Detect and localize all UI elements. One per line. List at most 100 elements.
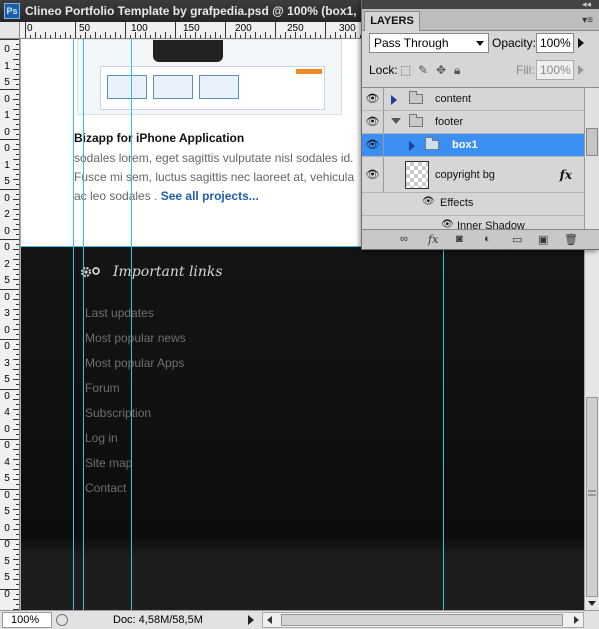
ruler-tick: [240, 35, 241, 38]
ruler-label: 5: [4, 506, 10, 517]
layer-row-box1[interactable]: 👁︎ box1: [362, 134, 584, 157]
ruler-tick: [16, 494, 19, 495]
ruler-label: 100: [131, 23, 148, 34]
horizontal-scrollbar[interactable]: [262, 612, 584, 628]
lock-transparent-pixels-icon[interactable]: ⬚: [400, 63, 411, 77]
fill-slider-arrow-icon[interactable]: [578, 65, 584, 75]
panel-header-strip[interactable]: ◂◂: [362, 0, 599, 9]
lock-position-icon[interactable]: ✥: [436, 63, 446, 77]
expand-triangle-icon[interactable]: [409, 141, 415, 151]
ruler-tick: [16, 434, 19, 435]
layer-row-effects[interactable]: 👁︎ Effects: [362, 193, 584, 216]
ruler-tick: [13, 319, 19, 320]
guide-line[interactable]: [83, 39, 84, 610]
guide-line[interactable]: [131, 39, 132, 610]
ruler-tick: [16, 514, 19, 515]
vertical-scroll-thumb[interactable]: [586, 397, 598, 597]
ruler-tick: [120, 35, 121, 38]
blend-mode-select[interactable]: Pass Through: [369, 33, 489, 53]
ruler-tick: [13, 429, 19, 430]
footer-link-last-updates[interactable]: Last updates: [85, 306, 154, 320]
delete-layer-icon[interactable]: 🗑︎: [564, 233, 578, 246]
collapse-triangle-icon[interactable]: [391, 118, 401, 124]
ruler-tick: [280, 35, 281, 38]
footer-link-subscription[interactable]: Subscription: [85, 406, 151, 420]
ruler-label: 0: [4, 341, 10, 352]
footer-link-popular-news[interactable]: Most popular news: [85, 331, 186, 345]
footer-link-forum[interactable]: Forum: [85, 381, 120, 395]
gears-icon: [81, 266, 100, 278]
ruler-tick: [16, 94, 19, 95]
status-info-icon[interactable]: [56, 614, 68, 626]
add-layer-style-icon[interactable]: fx: [428, 233, 438, 246]
ruler-tick: [13, 379, 19, 380]
new-layer-icon[interactable]: ▣: [538, 233, 548, 246]
ruler-label: 3: [4, 308, 10, 319]
ruler-origin[interactable]: [0, 22, 20, 39]
ruler-tick: [335, 32, 336, 38]
visibility-eye-icon[interactable]: 👁︎: [362, 111, 384, 133]
ruler-tick: [250, 35, 251, 38]
opacity-field[interactable]: 100%: [536, 33, 574, 53]
ruler-tick: [170, 35, 171, 38]
ruler-label: 0: [4, 440, 10, 451]
effects-visibility-eye-icon[interactable]: 👁︎: [422, 196, 435, 207]
new-group-icon[interactable]: ▭: [512, 233, 522, 246]
zoom-level-field[interactable]: 100%: [2, 612, 52, 628]
opacity-slider-arrow-icon[interactable]: [578, 38, 584, 48]
ruler-tick: [16, 124, 19, 125]
ruler-tick: [0, 139, 19, 140]
footer-link-site-map[interactable]: Site map: [85, 456, 132, 470]
lock-all-icon[interactable]: 🔒︎: [454, 63, 460, 78]
layer-row-copyright-bg[interactable]: 👁︎ copyright bg fx: [362, 157, 584, 193]
layers-scroll-thumb[interactable]: [586, 128, 598, 156]
adjustment-layer-icon[interactable]: ◐: [484, 233, 491, 245]
status-menu-arrow-icon[interactable]: [248, 615, 254, 625]
effect-visibility-eye-icon[interactable]: 👁︎: [441, 219, 454, 229]
important-links-heading: Important links: [113, 264, 223, 280]
visibility-eye-icon[interactable]: 👁︎: [362, 88, 384, 110]
guide-line[interactable]: [73, 39, 74, 610]
layers-scrollbar[interactable]: [584, 87, 599, 229]
footer-link-contact[interactable]: Contact: [85, 481, 126, 495]
see-all-projects-link[interactable]: See all projects...: [161, 189, 259, 203]
scroll-left-arrow-icon[interactable]: [267, 616, 272, 624]
vertical-ruler[interactable]: 0 1 5 0 1 0 0 1 5 0 2 0 0 2 5 0 3 0 0 3 5 0 4 0 0 4 5 0 5 0 0 5 5 0: [0, 39, 20, 610]
lock-image-pixels-icon[interactable]: ✎: [418, 63, 428, 77]
ruler-tick: [0, 39, 19, 40]
tab-layers[interactable]: LAYERS: [364, 11, 420, 31]
ruler-label: 0: [4, 423, 10, 435]
ruler-tick: [16, 174, 19, 175]
layer-row-footer[interactable]: 👁︎ footer: [362, 111, 584, 134]
ruler-tick: [16, 604, 19, 605]
photoshop-app-icon: Ps: [4, 3, 20, 19]
horizontal-scroll-thumb[interactable]: [281, 614, 563, 626]
layer-row-inner-shadow[interactable]: 👁︎ Inner Shadow: [362, 216, 584, 229]
panel-menu-icon[interactable]: ▾≡: [582, 15, 593, 26]
scroll-right-arrow-icon[interactable]: [574, 616, 579, 624]
scroll-down-arrow-icon[interactable]: [588, 601, 596, 606]
lock-label: Lock:: [369, 63, 398, 77]
ruler-tick: [13, 159, 19, 160]
add-layer-mask-icon[interactable]: ◙: [456, 233, 463, 245]
footer-link-popular-apps[interactable]: Most popular Apps: [85, 356, 184, 370]
ruler-tick: [220, 35, 221, 38]
visibility-eye-icon[interactable]: 👁︎: [362, 157, 384, 193]
layer-effects-fx-icon[interactable]: fx: [560, 168, 572, 182]
window-resize-grip[interactable]: [585, 611, 599, 629]
ruler-tick: [13, 149, 19, 150]
ruler-tick: [210, 35, 211, 38]
layer-row-content[interactable]: 👁︎ content: [362, 88, 584, 111]
ruler-tick: [45, 32, 46, 38]
link-layers-icon[interactable]: ∞: [400, 233, 408, 245]
ruler-tick: [16, 354, 19, 355]
footer-link-log-in[interactable]: Log in: [85, 431, 118, 445]
expand-triangle-icon[interactable]: [391, 95, 397, 105]
ruler-tick: [110, 35, 111, 38]
ruler-tick: [16, 314, 19, 315]
ruler-tick: [165, 32, 166, 38]
visibility-eye-icon[interactable]: 👁︎: [362, 134, 384, 156]
ruler-tick: [13, 299, 19, 300]
fill-field[interactable]: 100%: [536, 60, 574, 80]
ruler-label: 3: [4, 357, 10, 369]
